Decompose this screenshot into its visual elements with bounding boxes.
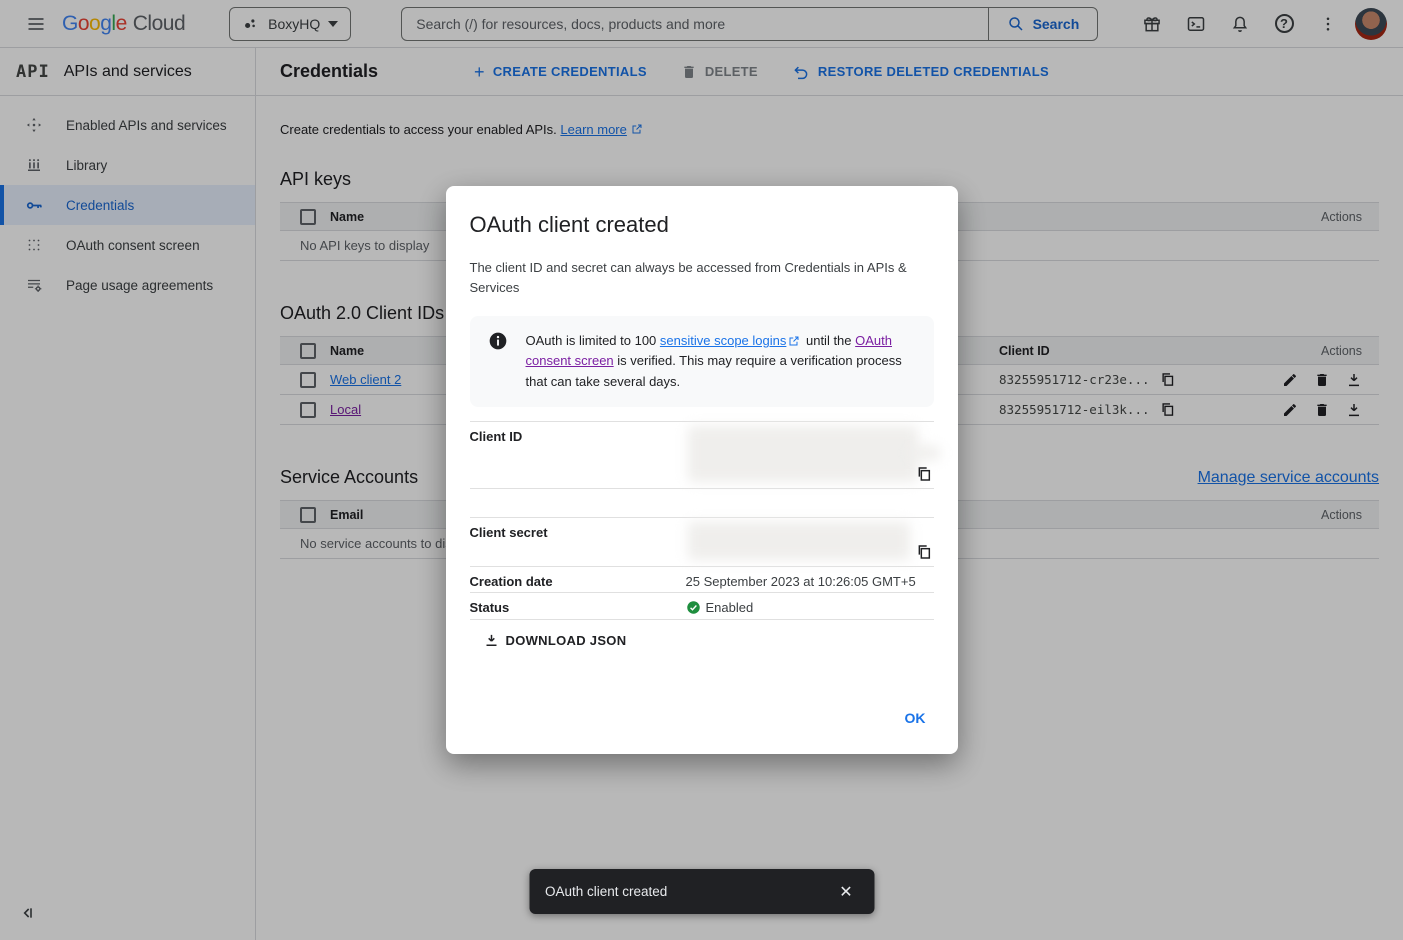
oauth-client-created-dialog: OAuth client created The client ID and s… [446,186,958,754]
client-secret-row: Client secret [470,518,934,567]
sensitive-scope-logins-link[interactable]: sensitive scope logins [660,333,786,348]
toast-message: OAuth client created [545,884,667,899]
status-badge: Enabled [686,600,934,615]
copy-client-secret-icon[interactable] [916,544,932,563]
client-details: Client ID Client secret Creation date 25… [470,421,934,620]
client-secret-value-redacted [686,518,934,566]
oauth-limit-notice: OAuth is limited to 100 sensitive scope … [470,316,934,406]
toast-snackbar: OAuth client created ✕ [529,869,874,914]
client-id-label: Client ID [470,422,686,488]
ok-button[interactable]: OK [897,704,934,732]
spacer-row [470,489,934,518]
external-link-icon [788,335,800,347]
check-circle-icon [686,600,701,615]
redacted-client-secret [688,522,910,560]
creation-date-label: Creation date [470,567,686,592]
copy-client-id-icon[interactable] [916,466,932,485]
download-icon [484,633,499,648]
dialog-body-text: The client ID and secret can always be a… [470,258,910,298]
creation-date-row: Creation date 25 September 2023 at 10:26… [470,567,934,593]
dialog-title: OAuth client created [470,212,934,238]
download-json-button[interactable]: DOWNLOAD JSON [484,633,627,648]
redacted-client-id [688,426,918,482]
client-id-value-redacted [686,422,934,488]
status-label: Status [470,593,686,619]
client-id-row: Client ID [470,421,934,489]
redacted-client-id [910,446,940,460]
client-secret-label: Client secret [470,518,686,566]
notice-text: OAuth is limited to 100 sensitive scope … [526,331,918,391]
status-row: Status Enabled [470,593,934,620]
info-icon [488,331,508,351]
close-icon[interactable]: ✕ [832,878,860,906]
creation-date-value: 25 September 2023 at 10:26:05 GMT+5 [686,567,934,592]
